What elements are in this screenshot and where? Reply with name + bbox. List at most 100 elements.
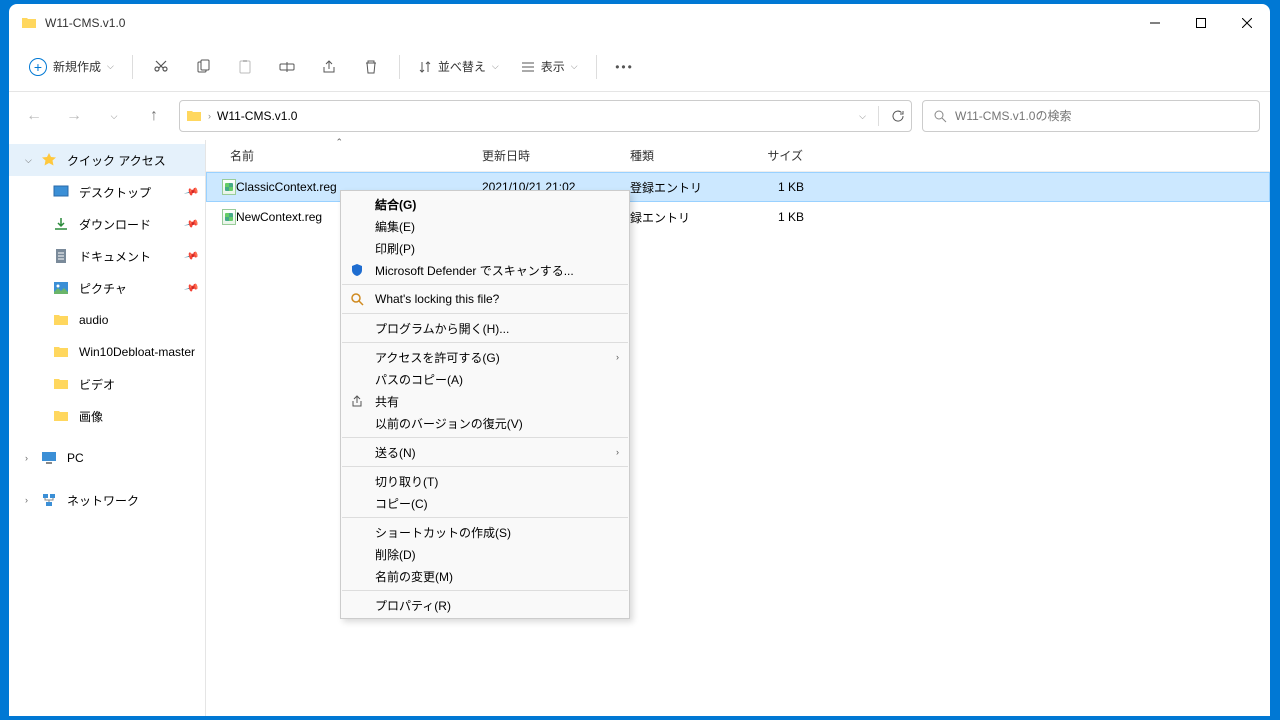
sidebar-quick-access[interactable]: ⌵ クイック アクセス [9,144,205,176]
menu-item[interactable]: 共有 [341,390,629,412]
menu-item-label: コピー(C) [375,495,428,512]
sidebar-item-images[interactable]: 画像 [9,400,205,432]
sidebar-item-win10debloat[interactable]: Win10Debloat-master [9,336,205,368]
menu-item[interactable]: 結合(G) [341,193,629,215]
shield-icon [349,262,365,278]
menu-item[interactable]: コピー(C) [341,492,629,514]
delete-button[interactable] [351,49,391,85]
more-button[interactable]: ••• [605,49,645,85]
cut-button[interactable] [141,49,181,85]
folder-icon [53,376,69,392]
rename-icon [279,59,295,75]
chevron-down-icon: ⌵ [571,61,578,72]
divider [596,55,597,79]
pin-icon: 📌 [183,248,199,264]
menu-item-label: What's locking this file? [375,292,499,306]
sidebar-item-documents[interactable]: ドキュメント 📌 [9,240,205,272]
folder-icon [53,344,69,360]
breadcrumb[interactable]: W11-CMS.v1.0 [217,109,297,123]
sidebar-item-label: PC [67,451,84,465]
sidebar-item-label: ピクチャ [79,280,127,297]
menu-item-label: プログラムから開く(H)... [375,320,509,337]
menu-item[interactable]: 削除(D) [341,543,629,565]
new-label: 新規作成 [53,58,101,75]
chevron-right-icon: › [616,352,619,362]
file-name: ClassicContext.reg [236,180,337,194]
sidebar-item-downloads[interactable]: ダウンロード📌 [9,208,205,240]
up-button[interactable]: ↑ [139,101,169,131]
file-size: 1 KB [740,180,812,194]
sidebar-item-label: ドキュメント [79,248,151,265]
chevron-down-icon: ⌵ [492,61,499,72]
menu-item[interactable]: アクセスを許可する(G)› [341,346,629,368]
ellipsis-icon: ••• [615,60,634,74]
menu-item-label: プロパティ(R) [375,597,451,614]
search-box[interactable] [922,100,1260,132]
chevron-right-icon: › [616,447,619,457]
refresh-icon[interactable] [891,109,905,123]
star-icon [41,152,57,168]
column-date[interactable]: 更新日時 [474,147,622,164]
sidebar-network[interactable]: ›ネットワーク [9,484,205,516]
menu-item-label: 共有 [375,393,399,410]
address-bar: ← → ⌵ ↑ › W11-CMS.v1.0 ⌵ [9,92,1270,140]
minimize-button[interactable] [1132,4,1178,42]
sidebar-item-pictures[interactable]: ピクチャ📌 [9,272,205,304]
sidebar-item-label: デスクトップ [79,184,151,201]
close-button[interactable] [1224,4,1270,42]
menu-item[interactable]: Microsoft Defender でスキャンする... [341,259,629,281]
folder-icon [53,408,69,424]
copy-button[interactable] [183,49,223,85]
sidebar-item-label: ビデオ [79,376,115,393]
chevron-down-icon[interactable]: ⌵ [859,111,866,122]
rename-button[interactable] [267,49,307,85]
menu-separator [342,342,628,343]
folder-icon [53,312,69,328]
menu-item[interactable]: 編集(E) [341,215,629,237]
menu-item[interactable]: What's locking this file? [341,288,629,310]
menu-item[interactable]: ショートカットの作成(S) [341,521,629,543]
new-button[interactable]: + 新規作成 ⌵ [19,49,124,85]
menu-item[interactable]: 送る(N)› [341,441,629,463]
menu-item-label: 編集(E) [375,218,415,235]
menu-item[interactable]: プログラムから開く(H)... [341,317,629,339]
folder-icon [186,108,202,124]
sort-icon [418,60,432,74]
chevron-right-icon: › [25,495,37,505]
folder-icon [21,15,37,31]
sidebar-pc[interactable]: ›PC [9,442,205,474]
back-button[interactable]: ← [19,101,49,131]
paste-button[interactable] [225,49,265,85]
view-button[interactable]: 表示 ⌵ [511,49,588,85]
column-name[interactable]: 名前⌃ [222,147,474,164]
sidebar-item-label: 画像 [79,408,103,425]
sort-button[interactable]: 並べ替え ⌵ [408,49,509,85]
sidebar-item-desktop[interactable]: デスクトップ📌 [9,176,205,208]
menu-separator [342,517,628,518]
menu-separator [342,466,628,467]
menu-item[interactable]: パスのコピー(A) [341,368,629,390]
share-icon [349,393,365,409]
window-title: W11-CMS.v1.0 [45,16,1132,30]
recent-button[interactable]: ⌵ [99,101,129,131]
address-box[interactable]: › W11-CMS.v1.0 ⌵ [179,100,912,132]
forward-button[interactable]: → [59,101,89,131]
sidebar-item-video[interactable]: ビデオ [9,368,205,400]
document-icon [53,248,69,264]
context-menu: 結合(G) 編集(E) 印刷(P)Microsoft Defender でスキャンす… [340,190,630,619]
maximize-button[interactable] [1178,4,1224,42]
sidebar-item-label: クイック アクセス [67,152,166,169]
reg-file-icon [222,179,236,195]
menu-item[interactable]: プロパティ(R) [341,594,629,616]
menu-item[interactable]: 切り取り(T) [341,470,629,492]
column-size[interactable]: サイズ [740,147,812,164]
sidebar-item-audio[interactable]: audio [9,304,205,336]
share-button[interactable] [309,49,349,85]
menu-item[interactable]: 印刷(P) [341,237,629,259]
column-type[interactable]: 種類 [622,147,740,164]
menu-item[interactable]: 以前のバージョンの復元(V) [341,412,629,434]
sort-asc-icon: ⌃ [335,137,343,148]
search-input[interactable] [955,109,1249,123]
divider [878,106,879,126]
menu-item[interactable]: 名前の変更(M) [341,565,629,587]
